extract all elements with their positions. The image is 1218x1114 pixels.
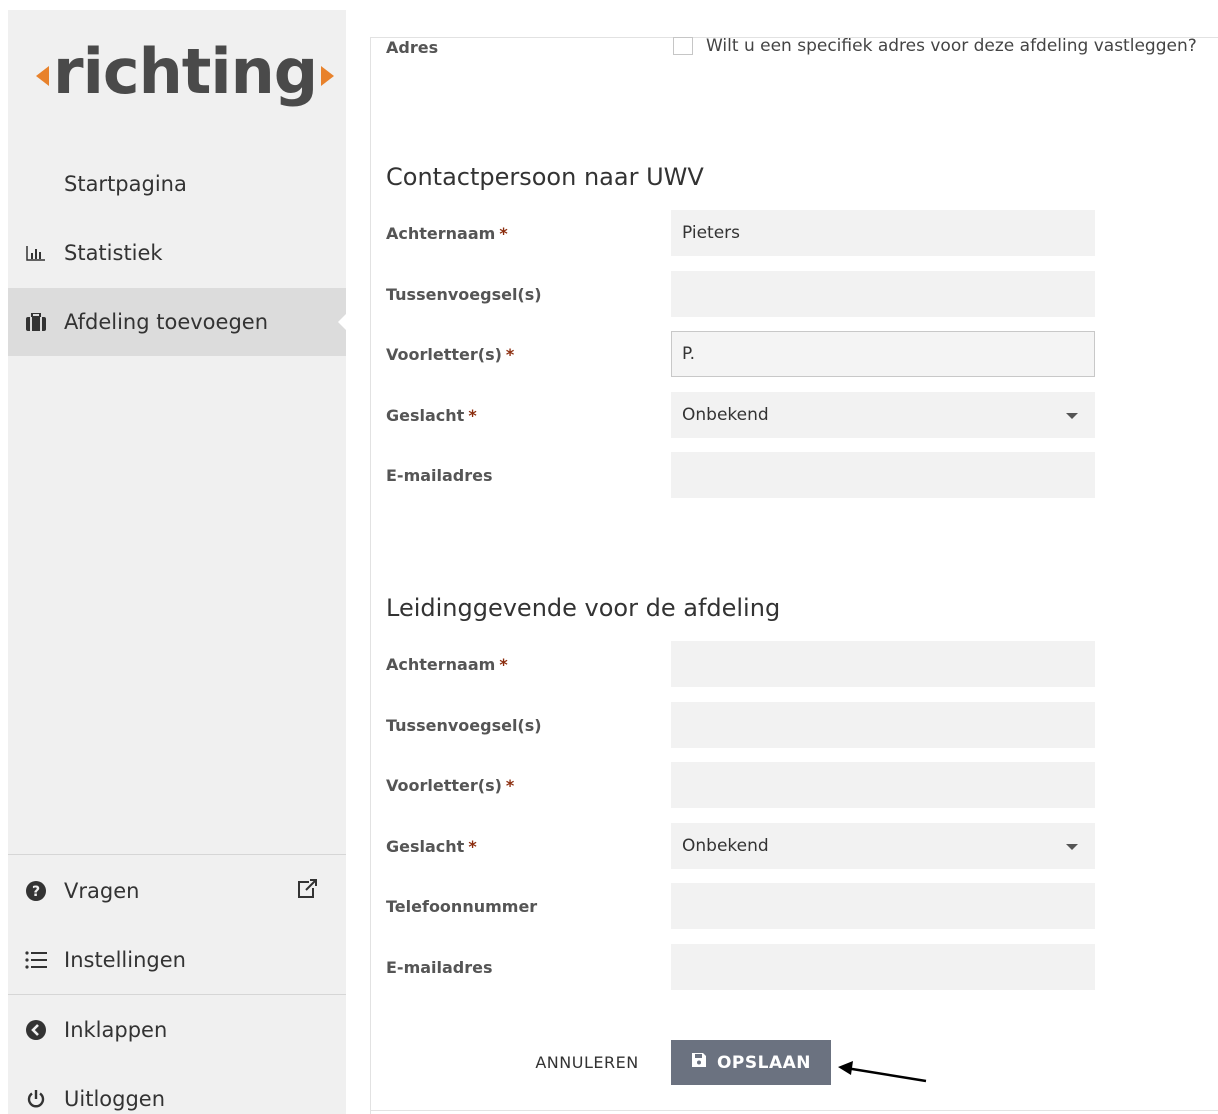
sidebar-item-label: Vragen xyxy=(64,879,140,903)
specific-address-checkbox-label[interactable]: Wilt u een specifiek adres voor deze afd… xyxy=(706,36,1197,56)
manager-achternaam-label: Achternaam * xyxy=(386,655,508,674)
annotation-arrow-icon xyxy=(838,1061,927,1083)
contact-email-input[interactable] xyxy=(671,452,1095,498)
contact-geslacht-label: Geslacht * xyxy=(386,406,477,425)
contact-voorletters-label: Voorletter(s) * xyxy=(386,345,515,364)
sidebar-item-instellingen[interactable]: Instellingen xyxy=(8,926,346,994)
caret-down-icon xyxy=(1066,844,1078,850)
bar-chart-icon xyxy=(8,245,64,261)
save-button[interactable]: OPSLAAN xyxy=(671,1040,831,1085)
sidebar: richting Startpagina Statistiek Afdeling… xyxy=(8,10,346,1114)
contact-tussenvoegsel-label: Tussenvoegsel(s) xyxy=(386,285,542,304)
sidebar-divider xyxy=(8,994,346,995)
cancel-button[interactable]: ANNULEREN xyxy=(520,1042,654,1082)
manager-geslacht-select[interactable]: Onbekend xyxy=(671,823,1095,869)
question-circle-icon: ? xyxy=(8,881,64,901)
richting-logo[interactable]: richting xyxy=(36,26,335,116)
external-link-icon xyxy=(296,878,318,904)
contact-achternaam-label: Achternaam * xyxy=(386,224,508,243)
contact-email-label: E-mailadres xyxy=(386,466,493,485)
power-icon xyxy=(8,1089,64,1109)
manager-voorletters-label: Voorletter(s) * xyxy=(386,776,515,795)
manager-email-input[interactable] xyxy=(671,944,1095,990)
panel-left-border xyxy=(370,37,371,1114)
sidebar-item-statistiek[interactable]: Statistiek xyxy=(8,219,346,287)
specific-address-checkbox[interactable] xyxy=(673,37,693,55)
address-label: Adres xyxy=(386,38,439,57)
manager-email-label: E-mailadres xyxy=(386,958,493,977)
sidebar-item-afdeling-toevoegen[interactable]: Afdeling toevoegen xyxy=(8,288,346,356)
save-icon xyxy=(691,1052,707,1073)
sidebar-divider xyxy=(8,854,346,855)
sidebar-item-label: Statistiek xyxy=(64,241,163,265)
contact-achternaam-input[interactable]: Pieters xyxy=(671,210,1095,256)
logo-text: richting xyxy=(53,34,318,108)
sidebar-item-label: Inklappen xyxy=(64,1018,168,1042)
manager-geslacht-label: Geslacht * xyxy=(386,837,477,856)
list-icon xyxy=(8,951,64,969)
panel-bottom-border xyxy=(370,1110,1218,1111)
manager-voorletters-input[interactable] xyxy=(671,762,1095,808)
manager-achternaam-input[interactable] xyxy=(671,641,1095,687)
chevron-left-circle-icon xyxy=(8,1020,64,1040)
contact-geslacht-select[interactable]: Onbekend xyxy=(671,392,1095,438)
manager-tussenvoegsel-label: Tussenvoegsel(s) xyxy=(386,716,542,735)
svg-text:?: ? xyxy=(32,884,40,900)
logo-right-chevron-icon xyxy=(321,66,335,86)
logo-left-chevron-icon xyxy=(36,66,49,86)
manager-section-title: Leidinggevende voor de afdeling xyxy=(386,594,781,622)
contact-tussenvoegsel-input[interactable] xyxy=(671,271,1095,317)
sidebar-item-vragen[interactable]: ? Vragen xyxy=(8,857,346,925)
contact-section-title: Contactpersoon naar UWV xyxy=(386,163,704,191)
manager-telefoon-input[interactable] xyxy=(671,883,1095,929)
save-button-label: OPSLAAN xyxy=(716,1052,812,1073)
briefcase-icon xyxy=(8,313,64,331)
sidebar-item-label: Uitloggen xyxy=(64,1087,166,1111)
sidebar-item-label: Instellingen xyxy=(64,948,186,972)
contact-voorletters-input[interactable]: P. xyxy=(671,331,1095,377)
sidebar-item-label: Afdeling toevoegen xyxy=(64,310,269,334)
sidebar-item-startpagina[interactable]: Startpagina xyxy=(8,150,346,218)
sidebar-item-inklappen[interactable]: Inklappen xyxy=(8,996,346,1064)
sidebar-item-label: Startpagina xyxy=(64,172,187,196)
sidebar-item-uitloggen[interactable]: Uitloggen xyxy=(8,1065,346,1114)
caret-down-icon xyxy=(1066,413,1078,419)
manager-telefoon-label: Telefoonnummer xyxy=(386,897,538,916)
manager-tussenvoegsel-input[interactable] xyxy=(671,702,1095,748)
